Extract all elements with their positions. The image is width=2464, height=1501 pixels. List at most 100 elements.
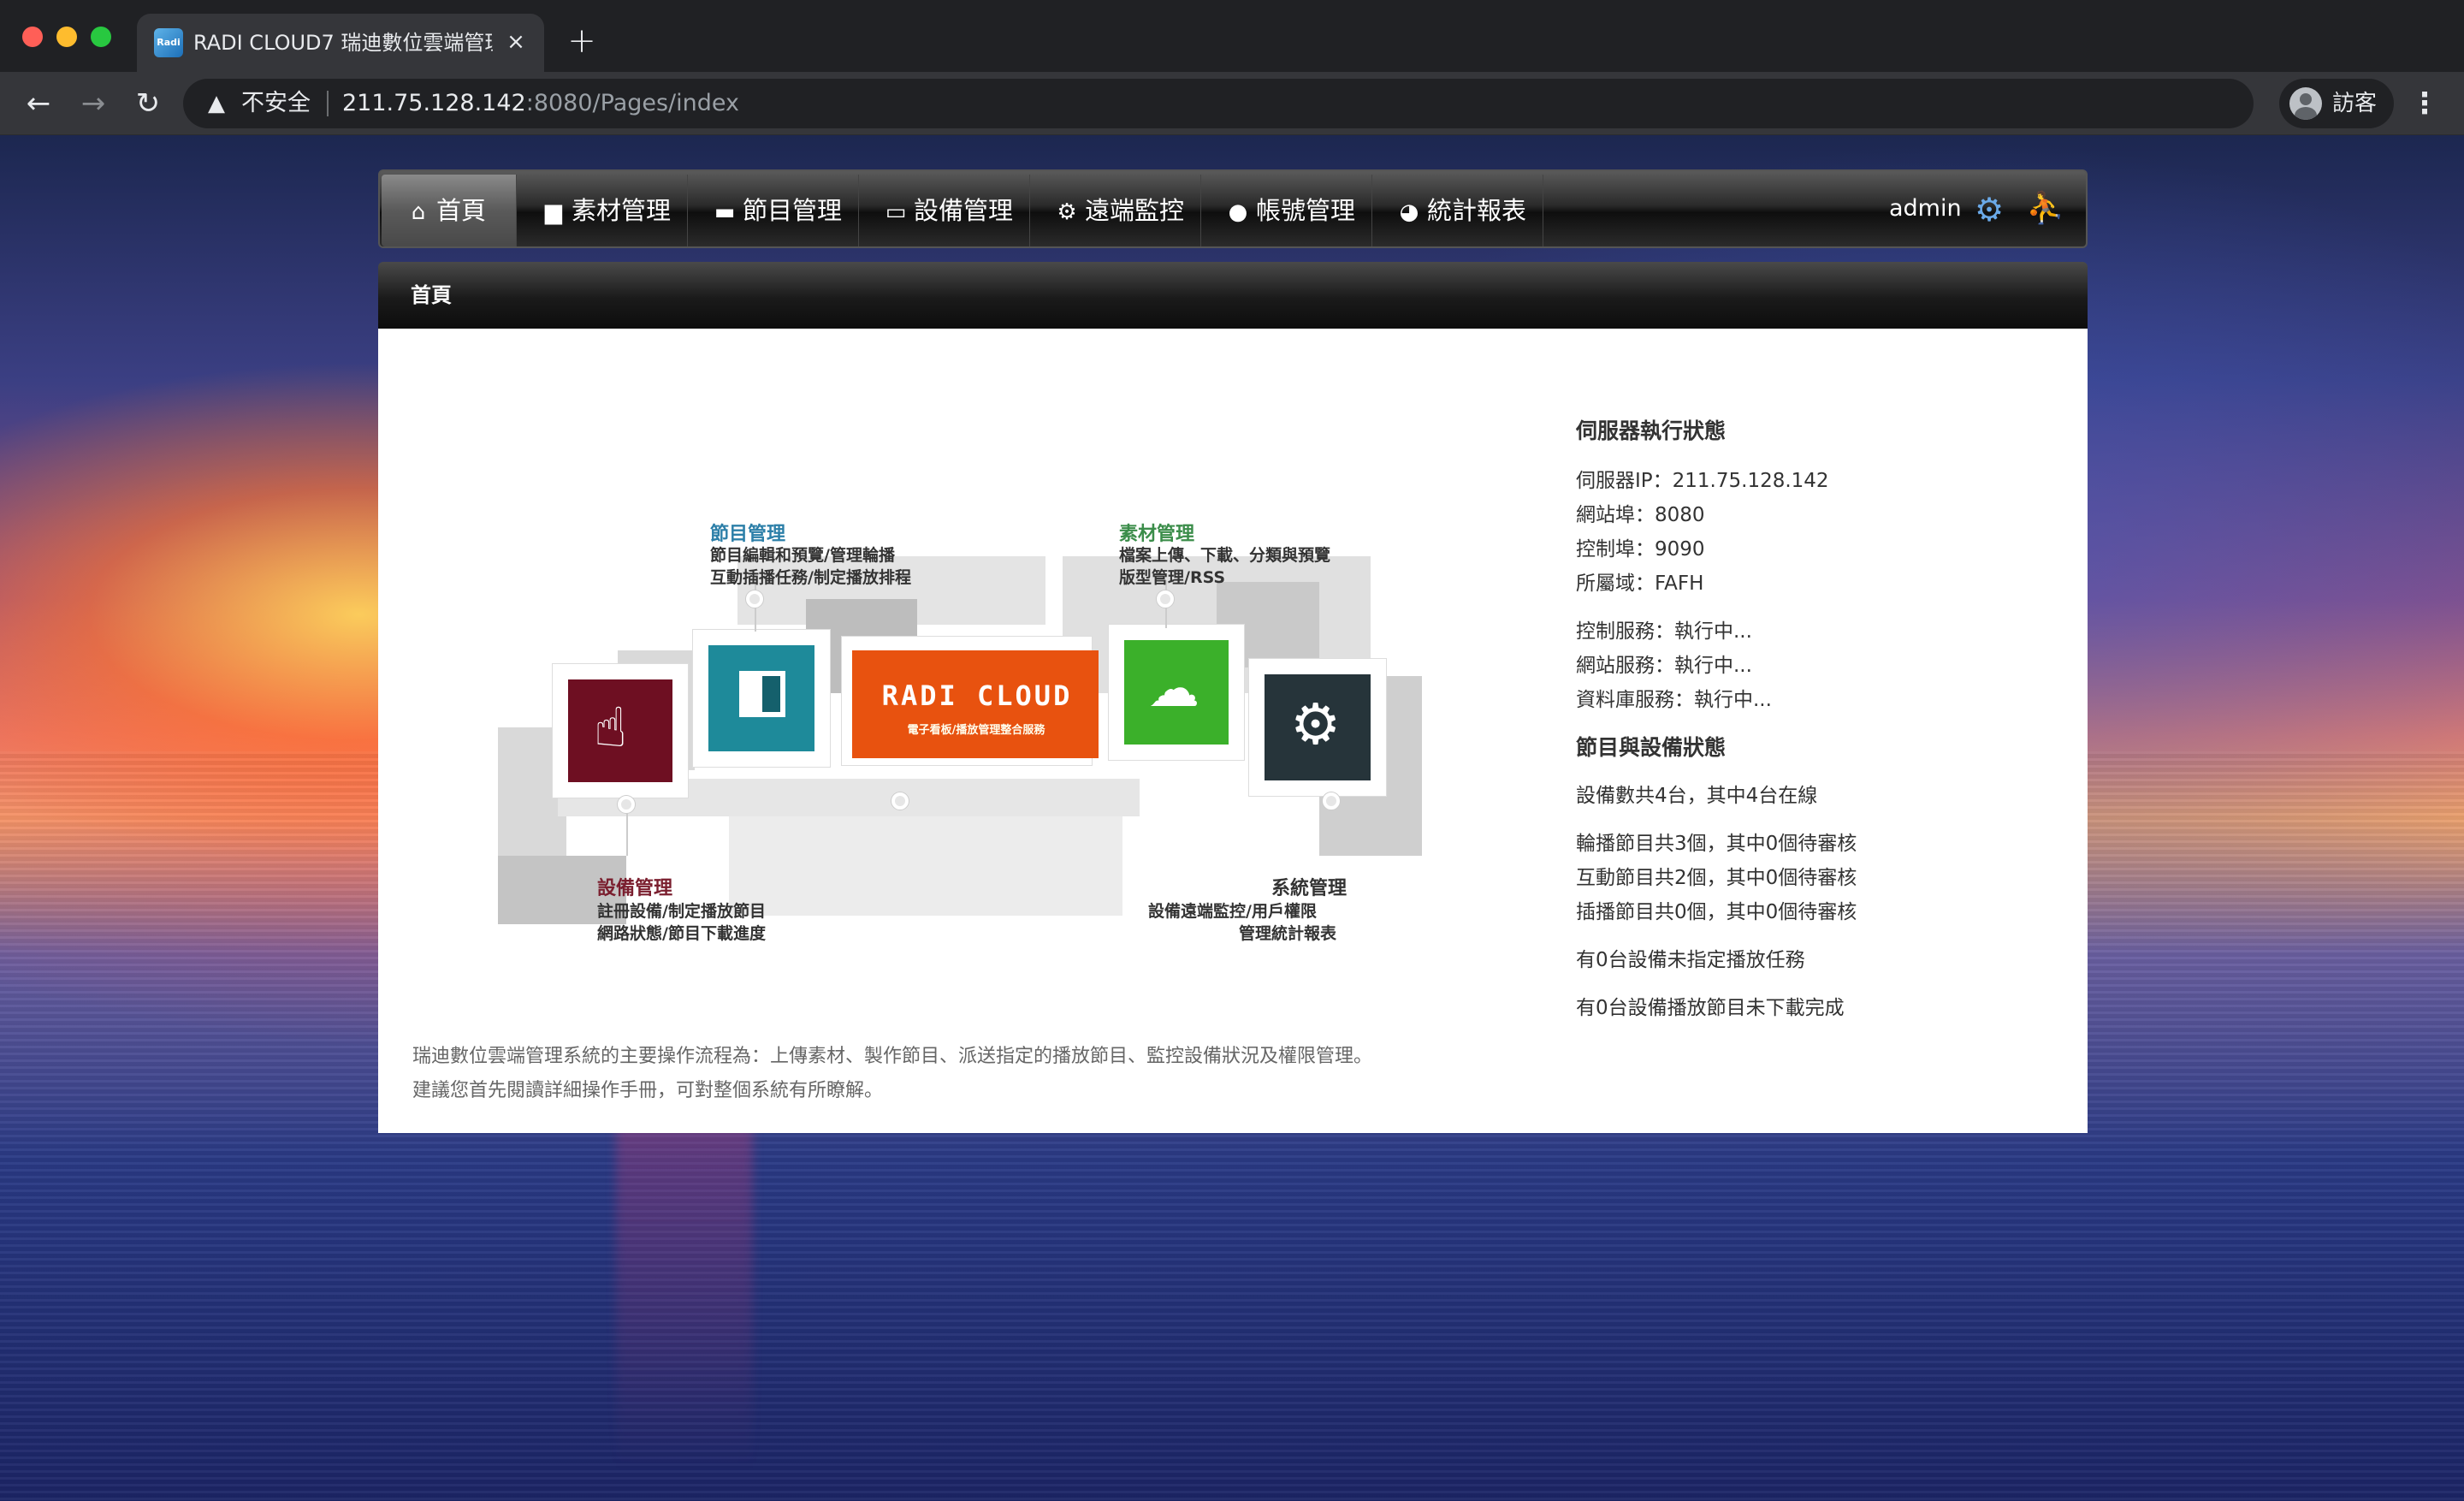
document-icon: ▆ [545,199,562,225]
domain: 所屬域：FAFH [1576,573,1704,595]
device-label-line: 註冊設備/制定播放節目 [597,902,766,921]
description-line-2: 建議您首先閱讀詳細操作手冊，可對整個系統有所瞭解。 [412,1080,884,1101]
connector-dot [891,792,909,810]
logo-text: RADI CLOUD [881,679,1073,712]
profile-avatar-icon [2289,87,2322,120]
description-line-1: 瑞迪數位雲端管理系統的主要操作流程為：上傳素材、製作節目、派送指定的播放節目、監… [412,1046,1373,1067]
nav-item-label: 節目管理 [743,196,843,225]
browser-tab[interactable]: Radi RADI CLOUD7 瑞迪數位雲端管理 × [137,14,544,72]
folder-icon: ▬ [714,199,736,225]
profile-label: 訪客 [2332,91,2378,116]
program-tile-face [708,645,814,751]
browser-titlebar: Radi RADI CLOUD7 瑞迪數位雲端管理 × + [0,0,2464,72]
system-label-title: 系統管理 [1271,878,1348,899]
nav-item-label: 統計報表 [1427,196,1527,225]
connector-dot [1323,792,1340,810]
control-service-status: 控制服務：執行中... [1576,620,1752,643]
device-label-line: 網路狀態/節目下載進度 [597,924,766,943]
omnibox-divider [327,91,329,116]
favicon-icon: Radi [154,28,183,57]
nav-item-remote[interactable]: ⚙ 遠端監控 [1030,175,1201,246]
user-icon: ● [1228,199,1248,225]
nav-item-material[interactable]: ▆ 素材管理 [517,175,688,246]
profile-button[interactable]: 訪客 [2279,79,2394,128]
incomplete-download-count: 有0台設備播放節目未下載完成 [1576,997,1845,1019]
security-label[interactable]: 不安全 [241,79,311,128]
logo-subtitle: 電子看板/播放管理整合服務 [907,724,1045,737]
nav-item-label: 首頁 [436,196,487,225]
main-nav: ⌂ 首頁 ▆ 素材管理 ▬ 節目管理 ▭ 設備管理 ⚙ 遠端監控 ● 帳號管理 ◕ 統計報表 … [378,169,2088,248]
material-tile-face: ☁ [1124,640,1229,745]
device-label-title: 設備管理 [597,878,673,899]
nav-item-label: 設備管理 [914,196,1014,225]
device-management-tile[interactable]: ☝ [553,664,688,798]
unassigned-device-count: 有0台設備未指定播放任務 [1576,949,1805,971]
connector-dot [1157,590,1174,608]
system-tile-face: ⚙ [1265,674,1371,780]
nav-item-label: 素材管理 [572,196,672,225]
connector-dot [746,590,763,608]
system-label-line: 設備遠端監控/用戶權限 [1148,902,1317,921]
device-status-heading: 節目與設備狀態 [1576,735,1727,760]
db-service-status: 資料庫服務：執行中... [1576,689,1772,711]
system-management-tile[interactable]: ⚙ [1249,659,1386,796]
server-ip: 伺服器IP：211.75.128.142 [1576,470,1829,492]
address-bar[interactable]: ▲ 不安全 211.75.128.142:8080/Pages/index [183,79,2254,128]
forward-icon[interactable]: → [72,82,115,125]
gear-icon: ⚙ [1057,199,1077,225]
back-icon[interactable]: ← [17,82,60,125]
maximize-window-button[interactable] [91,27,111,47]
device-tile-face: ☝ [568,679,672,782]
web-port: 網站埠：8080 [1576,504,1705,526]
radi-cloud-logo-tile: RADI CLOUD 電子看板/播放管理整合服務 [842,637,1099,765]
grid-icon [739,671,785,717]
material-label-line: 檔案上傳、下載、分類與預覽 [1119,546,1331,565]
kebab-menu-icon[interactable]: ⋮ [2408,82,2442,125]
material-management-tile[interactable]: ☁ [1109,625,1244,760]
system-label-line: 管理統計報表 [1239,924,1337,943]
username[interactable]: admin [1889,171,1962,246]
material-label-line: 版型管理/RSS [1119,568,1226,587]
cloud-upload-icon: ☁ [1148,659,1199,719]
home-icon: ⌂ [411,199,426,225]
insert-program-count: 插播節目共0個，其中0個待審核 [1576,901,1857,923]
server-status-heading: 伺服器執行狀態 [1576,418,1727,443]
logout-runner-icon[interactable]: ⛹ [2026,192,2064,226]
nav-item-device[interactable]: ▭ 設備管理 [859,175,1030,246]
logo-face: RADI CLOUD 電子看板/播放管理整合服務 [852,650,1099,758]
new-tab-icon[interactable]: + [561,21,602,62]
cog-icon: ⚙ [1290,691,1342,757]
breadcrumb-bar: 首頁 [378,262,2088,329]
url-text[interactable]: 211.75.128.142:8080/Pages/index [342,79,739,128]
content-panel: ☝ RADI CLOUD 電子看板/播放管理整合服務 ☁ ⚙ 節目管理 節目編輯… [378,329,2088,1133]
pie-chart-icon: ◕ [1399,199,1419,225]
interactive-program-count: 互動節目共2個，其中0個待審核 [1576,867,1857,889]
url-path: :8080/Pages/index [525,90,740,116]
nav-item-account[interactable]: ● 帳號管理 [1201,175,1372,246]
program-management-tile[interactable] [693,630,830,767]
program-label-line: 互動插播任務/制定播放排程 [710,568,911,587]
close-tab-icon[interactable]: × [500,26,532,58]
minimize-window-button[interactable] [56,27,77,47]
diagram-block [729,813,1122,916]
tab-title: RADI CLOUD7 瑞迪數位雲端管理 [193,31,493,55]
nav-item-home[interactable]: ⌂ 首頁 [382,175,517,246]
warning-icon[interactable]: ▲ [202,89,231,118]
breadcrumb: 首頁 [411,283,452,307]
control-port: 控制埠：9090 [1576,538,1705,561]
close-window-button[interactable] [22,27,43,47]
touch-hand-icon: ☝ [594,697,627,760]
nav-item-label: 遠端監控 [1085,196,1185,225]
program-label-line: 節目編輯和預覽/管理輪播 [710,546,895,565]
nav-item-program[interactable]: ▬ 節目管理 [688,175,859,246]
settings-icon[interactable]: ⚙ [1973,193,2005,226]
url-host: 211.75.128.142 [342,90,526,116]
page-viewport: ⌂ 首頁 ▆ 素材管理 ▬ 節目管理 ▭ 設備管理 ⚙ 遠端監控 ● 帳號管理 ◕ 統計報表 … [0,135,2464,1501]
nav-item-label: 帳號管理 [1256,196,1356,225]
reload-icon[interactable]: ↻ [127,82,169,125]
web-service-status: 網站服務：執行中... [1576,655,1752,677]
device-count: 設備數共4台，其中4台在線 [1576,785,1818,807]
nav-item-report[interactable]: ◕ 統計報表 [1372,175,1543,246]
monitor-icon: ▭ [885,199,907,225]
process-diagram: ☝ RADI CLOUD 電子看板/播放管理整合服務 ☁ ⚙ 節目管理 節目編輯… [498,524,1422,993]
